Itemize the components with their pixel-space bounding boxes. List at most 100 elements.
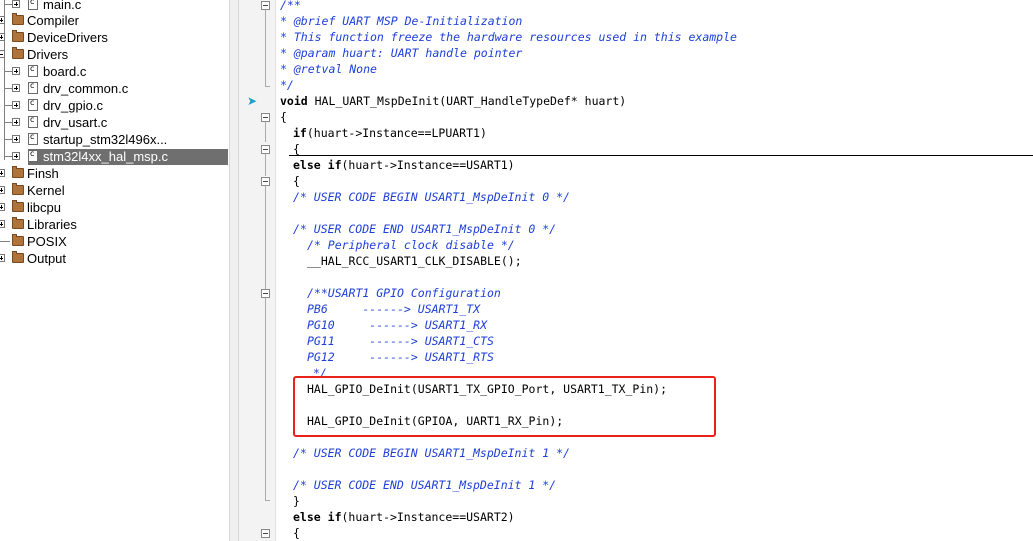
code-line: void HAL_UART_MspDeInit(UART_HandleTypeD… [280,94,627,108]
tree-item-label: Finsh [27,166,59,181]
folder-icon [12,217,24,229]
tree-item-drivers[interactable]: Drivers [0,46,229,63]
fold-toggle-icon[interactable] [261,145,270,154]
plus-expander-icon[interactable] [12,67,20,75]
code-line: PB6 ------> USART1_TX [307,302,481,316]
plus-expander-icon[interactable] [0,16,5,24]
editor-gutter: ➤ [239,0,276,541]
code-line: PG12 ------> USART1_RTS [307,350,494,364]
code-line: /* USER CODE BEGIN USART1_MspDeInit 1 */ [293,446,570,460]
panel-splitter[interactable] [229,0,239,541]
tree-item-startup[interactable]: startup_stm32l496x... [0,131,229,148]
tree-item-label: startup_stm32l496x... [43,132,168,147]
code-line: PG11 ------> USART1_CTS [307,334,494,348]
fold-toggle-icon[interactable] [261,1,270,10]
plus-expander-icon[interactable] [12,84,20,92]
tree-item-drv-gpio-c[interactable]: drv_gpio.c [0,97,229,114]
c-file-icon [28,81,38,94]
code-line: /* USER CODE BEGIN USART1_MspDeInit 0 */ [293,190,570,204]
fold-toggle-icon[interactable] [261,289,270,298]
plus-expander-icon[interactable] [12,0,20,8]
code-line: __HAL_RCC_USART1_CLK_DISABLE(); [307,254,522,268]
c-file-icon [28,115,38,128]
scope-divider-line [289,155,1033,156]
code-line: */ [280,78,294,92]
fold-line [265,10,266,86]
fold-line [265,154,266,176]
code-line: { [293,174,300,188]
code-line: /**USART1 GPIO Configuration [307,286,501,300]
tree-item-posix[interactable]: POSIX [0,233,229,250]
tree-item-drv-usart-c[interactable]: drv_usart.c [0,114,229,131]
code-line: * @param huart: UART handle pointer [280,46,523,60]
code-line: { [280,110,287,124]
code-line: /* USER CODE END USART1_MspDeInit 1 */ [293,478,557,492]
tree-item-label: libcpu [27,200,61,215]
plus-expander-icon[interactable] [0,220,5,228]
tree-item-label: drv_usart.c [43,115,108,130]
plus-expander-icon[interactable] [12,152,20,160]
tree-item-label: Drivers [27,47,69,62]
tree-item-finsh[interactable]: Finsh [0,165,229,182]
tree-item-label: stm32l4xx_hal_msp.c [43,149,168,164]
folder-icon [12,30,24,42]
fold-line [265,500,270,501]
tree-item-label: Compiler [27,13,80,28]
code-line: /** [280,0,301,12]
plus-expander-icon[interactable] [12,101,20,109]
plus-expander-icon[interactable] [0,203,5,211]
code-line: * @brief UART MSP De-Initialization [280,14,523,28]
tree-item-label: Libraries [27,217,77,232]
code-line: * @retval None [280,62,377,76]
tree-item-libraries[interactable]: Libraries [0,216,229,233]
tree-item-board-c[interactable]: board.c [0,63,229,80]
tree-item-devicedrivers[interactable]: DeviceDrivers [0,29,229,46]
plus-expander-icon[interactable] [0,186,5,194]
fold-toggle-icon[interactable] [261,529,270,538]
plus-expander-icon[interactable] [12,135,20,143]
annotation-highlight-box [293,376,716,437]
tree-item-kernel[interactable]: Kernel [0,182,229,199]
fold-toggle-icon[interactable] [261,113,270,122]
folder-icon [12,234,24,246]
plus-expander-icon[interactable] [12,118,20,126]
fold-line [265,86,270,87]
tree-item-compiler[interactable]: Compiler [0,12,229,29]
minus-expander-icon[interactable] [0,50,5,58]
fold-line [265,298,266,500]
tree-item-label: board.c [43,64,87,79]
tree-connector [0,241,10,242]
plus-expander-icon[interactable] [0,254,5,262]
tree-item-drv-common-c[interactable]: drv_common.c [0,80,229,97]
tree-item-label: POSIX [27,234,67,249]
c-file-icon [28,149,38,162]
folder-icon [12,251,24,263]
fold-line [265,122,266,142]
code-line: /* Peripheral clock disable */ [307,238,515,252]
c-file-icon [28,132,38,145]
tree-item-libcpu[interactable]: libcpu [0,199,229,216]
folder-icon [12,47,24,59]
code-line: else if(huart->Instance==USART2) [293,510,515,524]
c-file-icon [28,64,38,77]
plus-expander-icon[interactable] [0,169,5,177]
folder-icon [12,183,24,195]
code-line: /* USER CODE END USART1_MspDeInit 0 */ [293,222,557,236]
tree-item-output[interactable]: Output [0,250,229,267]
tree-item-label: drv_common.c [43,81,129,96]
tree-item-stm32l4xx-hal-msp-c[interactable]: stm32l4xx_hal_msp.c [0,148,229,165]
folder-icon [12,166,24,178]
tree-item-label: Kernel [27,183,65,198]
code-editor[interactable]: /** * @brief UART MSP De-Initialization … [280,0,1033,541]
code-line: else if(huart->Instance==USART1) [293,158,515,172]
fold-toggle-icon[interactable] [261,177,270,186]
tree-item-label: Output [27,251,67,266]
code-line: PG10 ------> USART1_RX [307,318,488,332]
folder-icon [12,200,24,212]
code-line: if(huart->Instance==LPUART1) [293,126,487,140]
c-file-icon [28,98,38,111]
tree-item-label: DeviceDrivers [27,30,108,45]
c-file-icon [28,0,38,10]
plus-expander-icon[interactable] [0,33,5,41]
folder-icon [12,13,24,25]
